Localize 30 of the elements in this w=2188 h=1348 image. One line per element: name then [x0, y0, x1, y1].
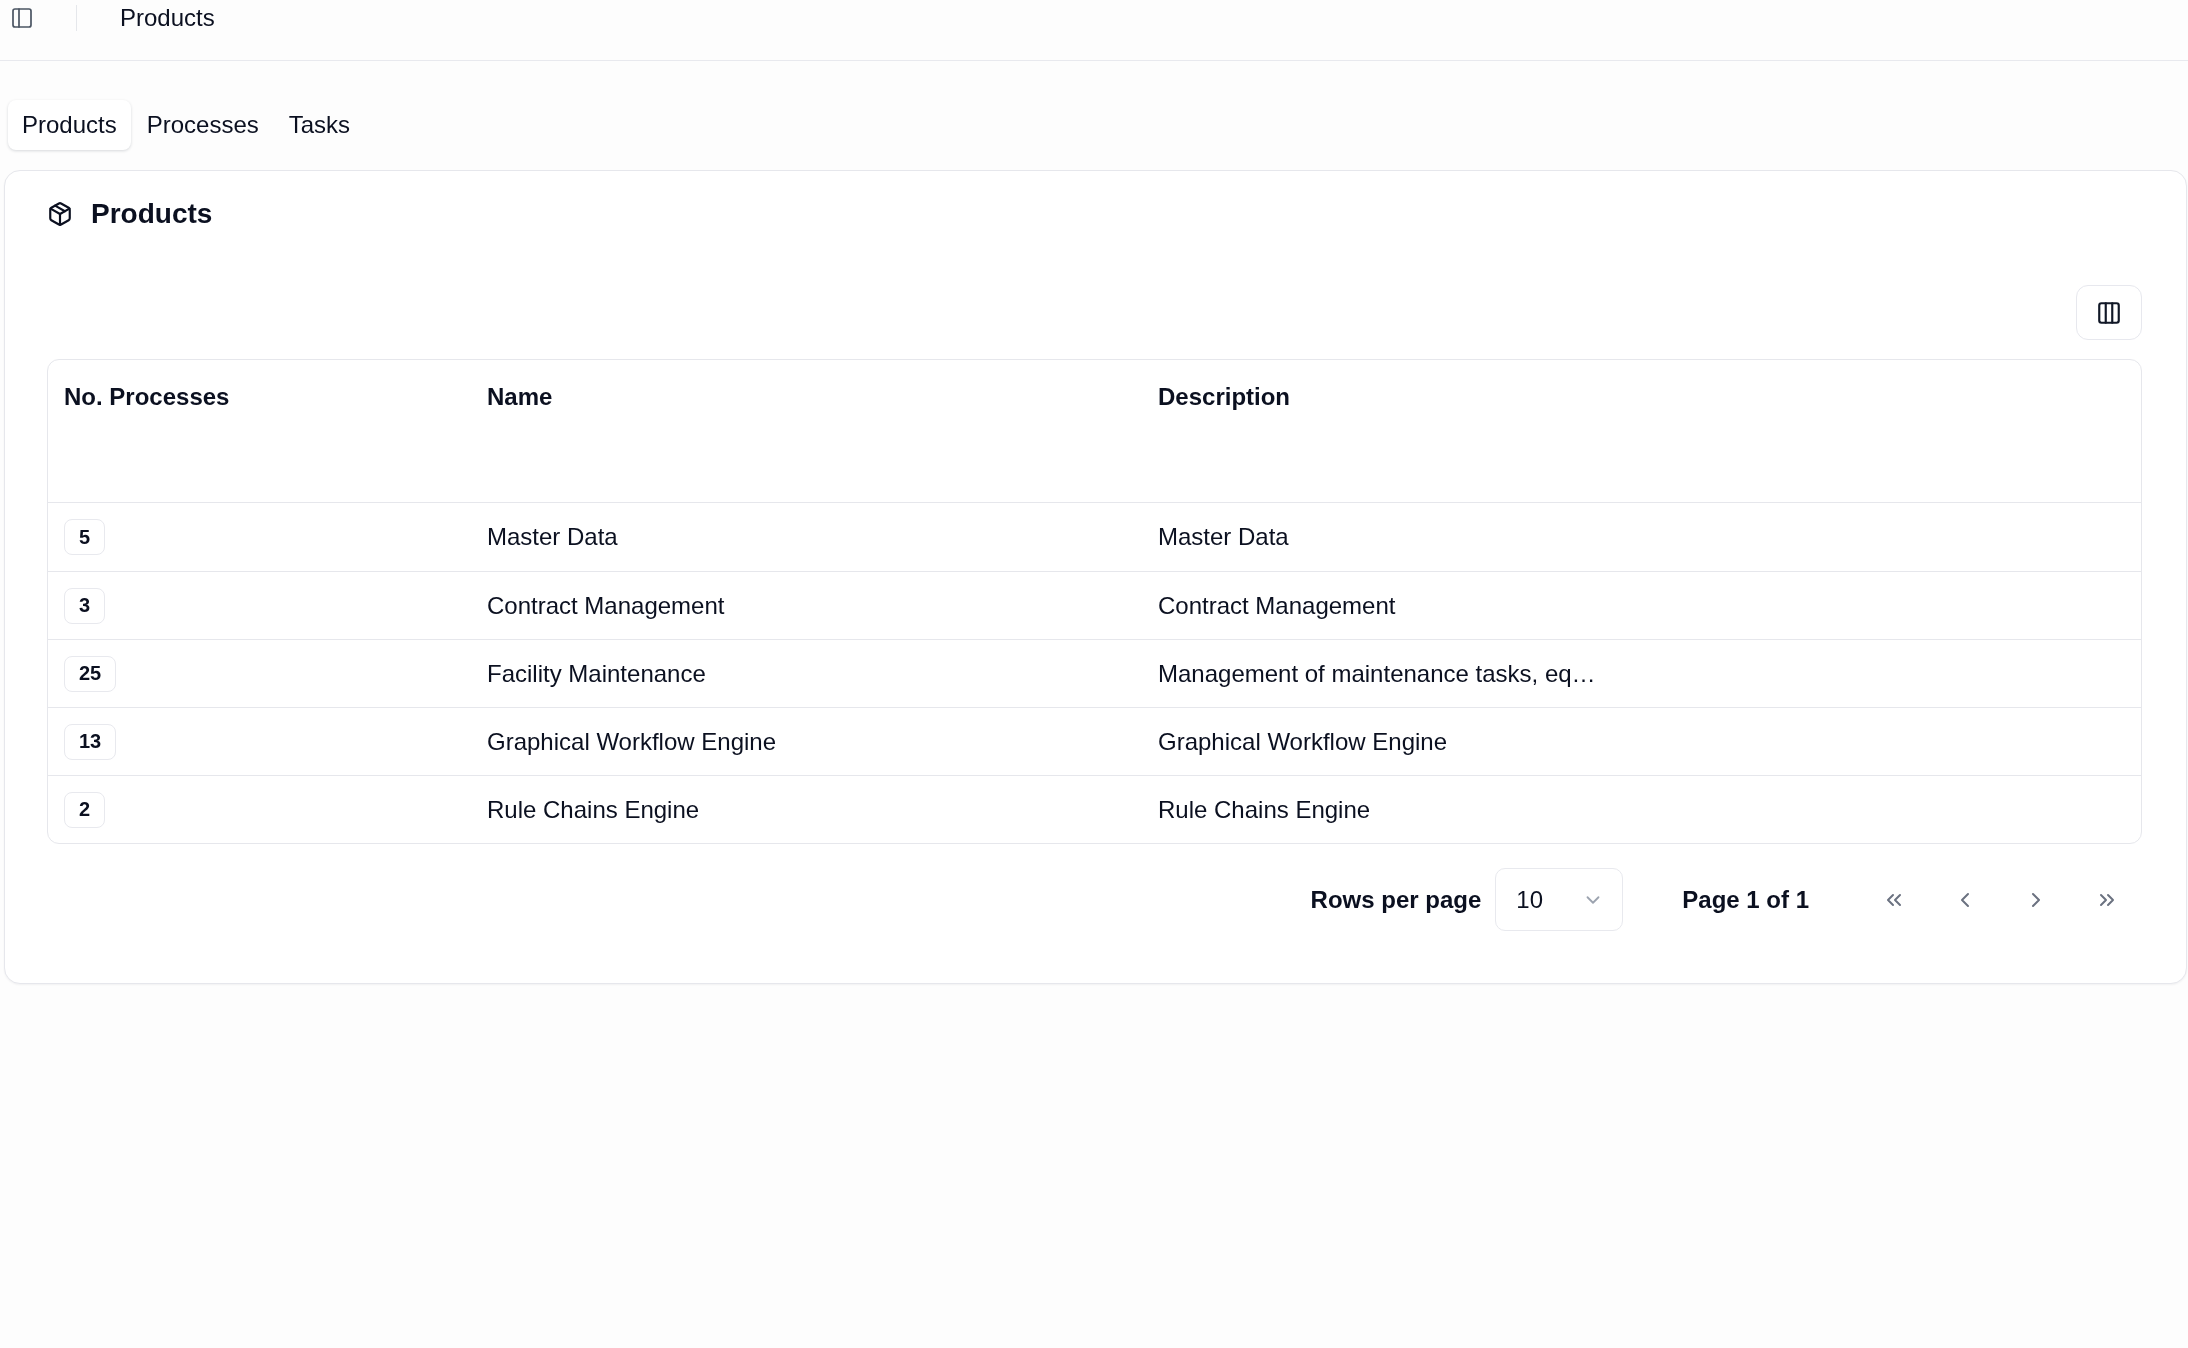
tab[interactable]: Products	[8, 100, 131, 150]
box-icon	[47, 201, 73, 227]
process-count: 2	[64, 791, 106, 828]
table-cell-text: Contract Management	[1157, 590, 1397, 621]
column-header: Description	[1157, 382, 1292, 412]
column-header: Name	[486, 382, 554, 412]
table-cell-text: Management of maintenance tasks, eq…	[1157, 658, 1597, 689]
column-header: No. Processes	[63, 382, 231, 412]
table-cell-text: Graphical Workflow Engine	[1157, 726, 1449, 757]
table-cell-text: Rule Chains Engine	[1157, 794, 1372, 825]
card-title: Products	[91, 197, 213, 231]
table-cell-text: Contract Management	[486, 590, 726, 621]
table-cell-text: Rule Chains Engine	[486, 794, 701, 825]
table-cell-text: Master Data	[486, 522, 619, 552]
page-indicator: Page 1 of 1	[1682, 885, 1809, 914]
table-cell-text: Master Data	[1157, 522, 1290, 552]
process-count: 3	[64, 587, 106, 624]
process-count: 13	[64, 723, 117, 760]
table-cell-text: Graphical Workflow Engine	[486, 726, 778, 757]
columns-button[interactable]	[2076, 285, 2142, 340]
columns-icon	[2096, 299, 2122, 326]
tab[interactable]: Tasks	[274, 100, 365, 150]
rows-per-page-select[interactable]: 10	[1495, 868, 1624, 931]
process-count: 5	[64, 519, 106, 555]
rows-per-page-label: Rows per page	[1310, 885, 1482, 914]
sidebar-toggle-icon[interactable]	[10, 6, 34, 30]
process-count: 25	[64, 655, 117, 692]
page-title: Products	[120, 5, 215, 31]
table-cell-text: Facility Maintenance	[486, 658, 707, 689]
tab[interactable]: Processes	[132, 100, 273, 150]
